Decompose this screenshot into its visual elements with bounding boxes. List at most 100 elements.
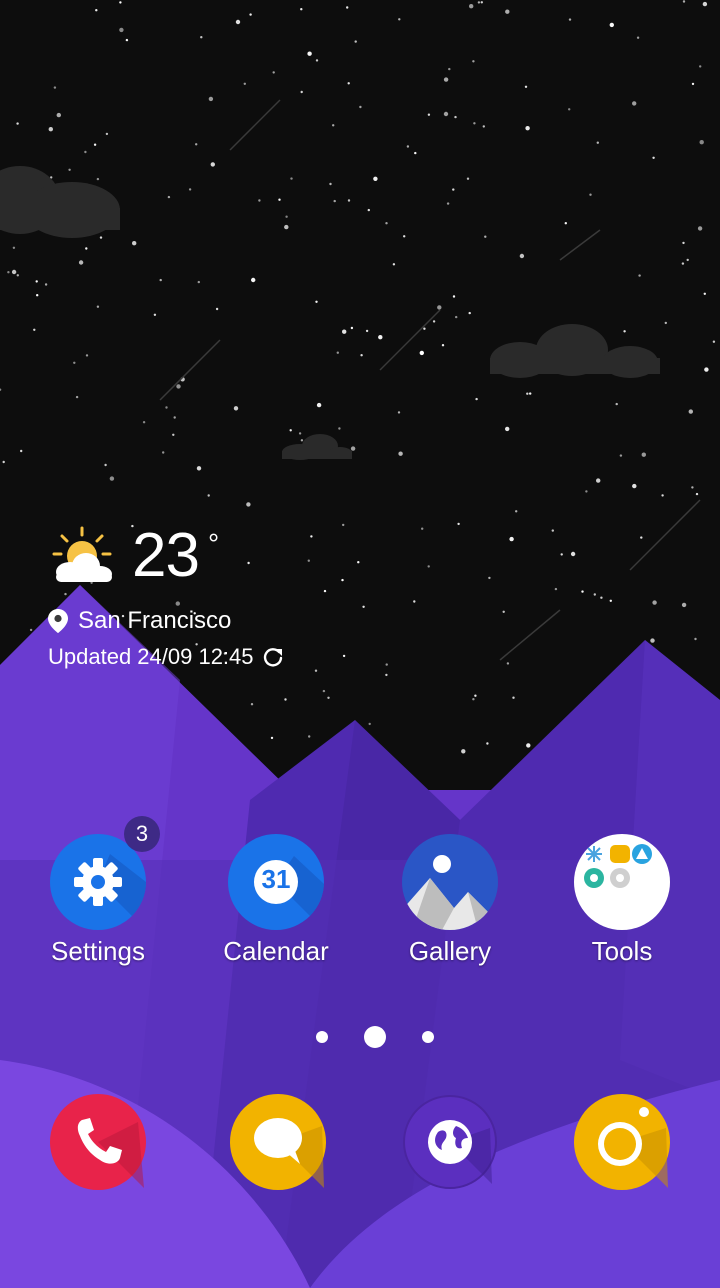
temperature: 23 — [132, 521, 200, 590]
star — [298, 432, 302, 435]
dock-browser[interactable] — [400, 1092, 500, 1192]
snowflake-icon — [586, 846, 602, 862]
star — [68, 168, 71, 171]
location-row[interactable]: San Francisco — [48, 606, 231, 636]
star — [484, 235, 487, 238]
star — [505, 426, 510, 432]
star — [568, 18, 572, 21]
star — [96, 177, 100, 181]
star — [524, 85, 528, 89]
star — [526, 392, 529, 395]
dock-phone[interactable] — [48, 1092, 148, 1192]
star — [336, 351, 339, 354]
star — [235, 19, 241, 25]
star — [472, 60, 475, 63]
star — [652, 156, 655, 159]
star — [332, 124, 335, 127]
star — [308, 735, 311, 738]
star — [365, 329, 369, 333]
star — [697, 226, 703, 231]
star — [512, 696, 515, 699]
star — [392, 263, 396, 266]
star — [272, 71, 275, 74]
star — [99, 236, 103, 239]
star — [210, 162, 215, 167]
star — [208, 96, 214, 102]
dock-camera[interactable] — [572, 1092, 672, 1192]
star — [486, 742, 489, 745]
star — [316, 402, 322, 408]
star — [249, 13, 252, 16]
star — [681, 262, 685, 265]
star — [78, 260, 84, 265]
star — [475, 397, 478, 401]
star — [362, 605, 365, 608]
star — [119, 1, 122, 4]
star — [104, 463, 107, 467]
app-calendar[interactable]: 31 Calendar — [206, 834, 346, 966]
star — [300, 8, 303, 11]
page-dot-1[interactable] — [316, 1031, 328, 1043]
star — [482, 125, 485, 128]
star — [568, 108, 571, 111]
star — [596, 478, 601, 483]
app-tools-folder[interactable]: Tools — [552, 834, 692, 966]
app-label-settings: Settings — [51, 936, 145, 966]
star — [2, 460, 5, 464]
star — [251, 277, 256, 283]
refresh-icon[interactable] — [262, 646, 284, 668]
star — [300, 90, 303, 94]
star — [443, 77, 449, 82]
updated-row[interactable]: Updated 24/09 12:45 — [48, 642, 284, 672]
star — [84, 150, 87, 154]
star — [589, 193, 592, 196]
star — [423, 327, 426, 330]
app-gallery[interactable]: Gallery — [380, 834, 520, 966]
star — [378, 335, 383, 340]
star — [650, 638, 655, 643]
star — [554, 587, 558, 591]
star — [29, 628, 33, 632]
gallery-app-icon — [402, 834, 498, 930]
star — [421, 527, 424, 530]
star — [327, 696, 330, 699]
star — [525, 126, 530, 131]
app-label-calendar: Calendar — [223, 936, 329, 966]
star — [11, 269, 17, 275]
star — [56, 112, 61, 118]
star — [119, 27, 124, 33]
dock-messages[interactable] — [228, 1092, 328, 1192]
app-settings[interactable]: 3 Settings — [28, 816, 168, 966]
star — [196, 466, 202, 471]
star — [560, 553, 563, 556]
star — [477, 1, 481, 4]
app-label-tools: Tools — [591, 936, 653, 966]
browser-globe-icon — [403, 1095, 497, 1189]
star — [432, 320, 436, 323]
star — [469, 3, 474, 9]
star — [466, 177, 470, 180]
app-label-gallery: Gallery — [408, 936, 492, 966]
star — [36, 294, 39, 297]
star — [414, 151, 417, 155]
star — [640, 536, 643, 539]
star — [398, 451, 403, 456]
star — [368, 722, 371, 726]
star — [652, 600, 657, 605]
star — [215, 307, 219, 311]
star — [636, 36, 640, 39]
star — [207, 494, 210, 497]
star — [195, 143, 198, 146]
star — [455, 315, 458, 319]
star — [258, 199, 261, 202]
page-dot-2-active[interactable] — [364, 1026, 386, 1048]
star — [96, 305, 100, 308]
star — [285, 215, 288, 218]
star — [125, 38, 129, 42]
star — [73, 361, 76, 364]
star — [609, 22, 614, 28]
star — [16, 122, 19, 125]
star — [33, 328, 36, 331]
page-dot-3[interactable] — [422, 1031, 434, 1043]
star — [695, 492, 699, 496]
